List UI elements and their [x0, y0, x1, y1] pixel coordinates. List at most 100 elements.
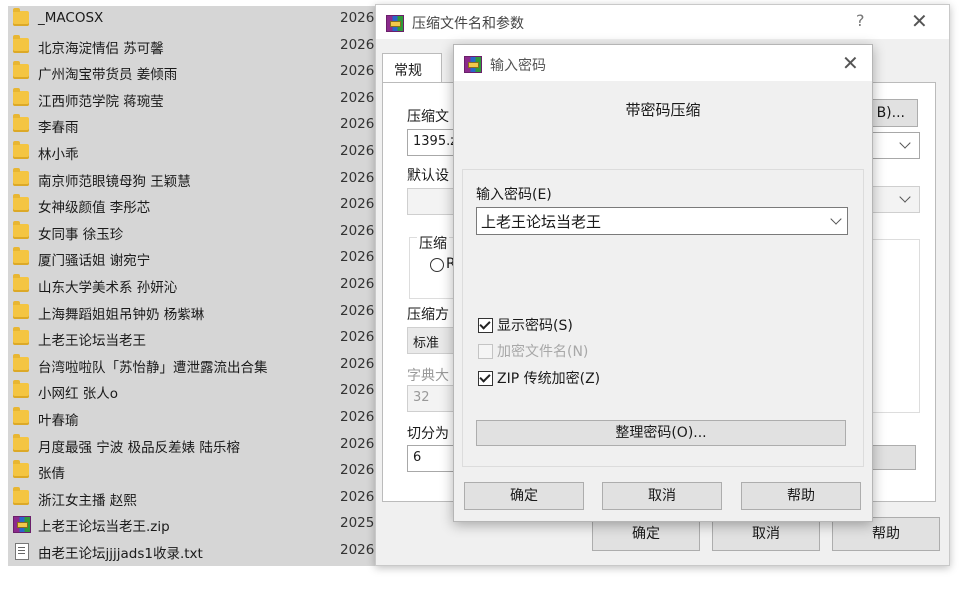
- file-name: 上老王论坛当老王: [38, 333, 146, 350]
- file-date: 2026: [340, 63, 375, 80]
- show-password-row[interactable]: 显示密码(S): [478, 315, 573, 335]
- file-name: 由老王论坛jjjjads1收录.txt: [38, 546, 203, 562]
- file-date: 2026: [340, 36, 375, 53]
- file-name: 叶春瑜: [38, 413, 79, 429]
- file-list-item[interactable]: 广州淘宝带货员 姜倾雨 2026: [8, 59, 380, 86]
- zip-legacy-label: ZIP 传统加密(Z): [497, 371, 601, 387]
- password-dialog-titlebar: 输入密码 ✕: [454, 45, 872, 81]
- password-dialog-title: 输入密码: [490, 58, 546, 74]
- encrypt-names-label: 加密文件名(N): [497, 344, 589, 360]
- file-name: 月度最强 宁波 极品反差婊 陆乐榕: [38, 439, 240, 456]
- file-list-item[interactable]: 江西师范学院 蒋琬莹 2026: [8, 86, 380, 113]
- file-date: 2026: [340, 249, 375, 266]
- file-name: 小网红 张人o: [38, 386, 119, 403]
- file-name: 女神级颜值 李彤芯: [38, 200, 151, 217]
- file-list-item[interactable]: 由老王论坛jjjjads1收录.txt 2026: [8, 538, 380, 565]
- file-name: 江西师范学院 蒋琬莹: [38, 93, 164, 110]
- show-password-label: 显示密码(S): [497, 318, 573, 334]
- folder-icon: [13, 247, 29, 266]
- update-mode-dropdown[interactable]: [868, 186, 920, 213]
- file-date: 2026: [340, 409, 375, 425]
- file-list-item[interactable]: 张倩 2026: [8, 458, 380, 485]
- folder-icon: [13, 486, 29, 505]
- archive-help-button[interactable]: 帮助: [832, 517, 940, 551]
- file-date: 2026: [340, 542, 375, 558]
- file-date: 2026: [340, 382, 375, 399]
- folder-icon: [13, 380, 29, 399]
- encrypt-names-row[interactable]: 加密文件名(N): [478, 341, 588, 361]
- winrar-icon: [464, 56, 482, 73]
- file-list-item[interactable]: 李春雨 2026: [8, 112, 380, 139]
- close-icon[interactable]: ✕: [911, 9, 928, 33]
- password-ok-button[interactable]: 确定: [464, 482, 584, 510]
- file-list-item[interactable]: 北京海淀情侣 苏可馨 2026: [8, 33, 380, 60]
- file-date: 2026: [340, 222, 375, 239]
- archive-dialog-title: 压缩文件名和参数: [412, 16, 524, 32]
- file-name: 上老王论坛当老王.zip: [38, 519, 170, 536]
- tab-general[interactable]: 常规: [382, 53, 442, 84]
- dict-value: 32: [413, 390, 430, 405]
- dict-label: 字典大: [407, 368, 449, 384]
- archive-name-label: 压缩文: [407, 109, 449, 125]
- file-list: _MACOSX 2026 北京海淀情侣 苏可馨 2026 广州淘宝带货员 姜倾雨 2026…: [8, 6, 380, 566]
- folder-icon: [13, 220, 29, 239]
- file-date: 2026: [340, 488, 375, 505]
- file-date: 2026: [340, 276, 375, 292]
- zip-legacy-row[interactable]: ZIP 传统加密(Z): [478, 368, 600, 388]
- archive-cancel-button[interactable]: 取消: [712, 517, 820, 551]
- archive-dialog-titlebar: 压缩文件名和参数 ? ✕: [376, 5, 949, 39]
- file-list-item[interactable]: 上老王论坛当老王.zip 2025: [8, 511, 380, 538]
- help-icon[interactable]: ?: [856, 11, 865, 30]
- folder-icon: [13, 327, 29, 346]
- file-date: 2026: [340, 89, 375, 106]
- chevron-down-icon[interactable]: [830, 213, 842, 225]
- file-list-item[interactable]: 南京师范眼镜母狗 王颖慧 2026: [8, 166, 380, 193]
- password-input[interactable]: 上老王论坛当老王: [476, 207, 848, 235]
- file-name: 上海舞蹈姐姐吊钟奶 杨紫琳: [38, 306, 205, 323]
- file-list-item[interactable]: 上海舞蹈姐姐吊钟奶 杨紫琳 2026: [8, 299, 380, 326]
- password-cancel-button[interactable]: 取消: [602, 482, 722, 510]
- file-name: 厦门骚话姐 谢宛宁: [38, 253, 151, 270]
- method-value: 标准: [413, 336, 440, 351]
- archive-icon: [13, 516, 31, 534]
- file-list-item[interactable]: 月度最强 宁波 极品反差婊 陆乐榕 2026: [8, 432, 380, 459]
- archive-name-dropdown[interactable]: [868, 132, 920, 159]
- file-name: 林小乖: [38, 147, 79, 163]
- folder-icon: [13, 460, 29, 479]
- file-list-item[interactable]: 厦门骚话姐 谢宛宁 2026: [8, 245, 380, 272]
- file-date: 2026: [340, 329, 375, 346]
- file-list-item[interactable]: 山东大学美术系 孙妍沁 2026: [8, 272, 380, 299]
- file-list-item[interactable]: 上老王论坛当老王 2026: [8, 325, 380, 352]
- folder-icon: [13, 274, 29, 292]
- file-list-item[interactable]: _MACOSX 2026: [8, 6, 380, 33]
- winrar-icon: [386, 15, 404, 32]
- archive-ok-button[interactable]: 确定: [592, 517, 700, 551]
- folder-icon: [13, 8, 29, 26]
- tab-general-label: 常规: [394, 63, 422, 79]
- encrypt-names-checkbox[interactable]: [478, 343, 493, 359]
- format-radio[interactable]: [430, 258, 444, 272]
- file-list-item[interactable]: 女同事 徐玉珍 2026: [8, 219, 380, 246]
- password-dialog: 输入密码 ✕ 带密码压缩 输入密码(E) 上老王论坛当老王 显示密码(S) 加密…: [453, 44, 873, 522]
- folder-icon: [13, 141, 29, 159]
- file-date: 2026: [340, 116, 375, 133]
- file-list-item[interactable]: 小网红 张人o 2026: [8, 378, 380, 405]
- file-name: 张倩: [38, 466, 65, 483]
- password-help-button[interactable]: 帮助: [741, 482, 861, 510]
- folder-icon: [13, 353, 29, 372]
- show-password-checkbox[interactable]: [478, 317, 493, 333]
- file-list-item[interactable]: 叶春瑜 2026: [8, 405, 380, 432]
- options-box: [868, 239, 920, 413]
- close-icon[interactable]: ✕: [842, 51, 859, 75]
- split-label: 切分为: [407, 426, 449, 442]
- text-file-icon: [15, 543, 29, 560]
- file-list-item[interactable]: 林小乖 2026: [8, 139, 380, 166]
- zip-legacy-checkbox[interactable]: [478, 370, 493, 386]
- organize-passwords-button[interactable]: 整理密码(O)...: [476, 420, 846, 446]
- file-list-item[interactable]: 台湾啦啦队「苏怡静」遭泄露流出合集 2026: [8, 352, 380, 379]
- split-dropdown-button[interactable]: [868, 445, 916, 470]
- file-list-item[interactable]: 浙江女主播 赵熙 2026: [8, 485, 380, 512]
- default-profile-label: 默认设: [407, 168, 449, 184]
- file-date: 2026: [340, 302, 375, 319]
- file-list-item[interactable]: 女神级颜值 李彤芯 2026: [8, 192, 380, 219]
